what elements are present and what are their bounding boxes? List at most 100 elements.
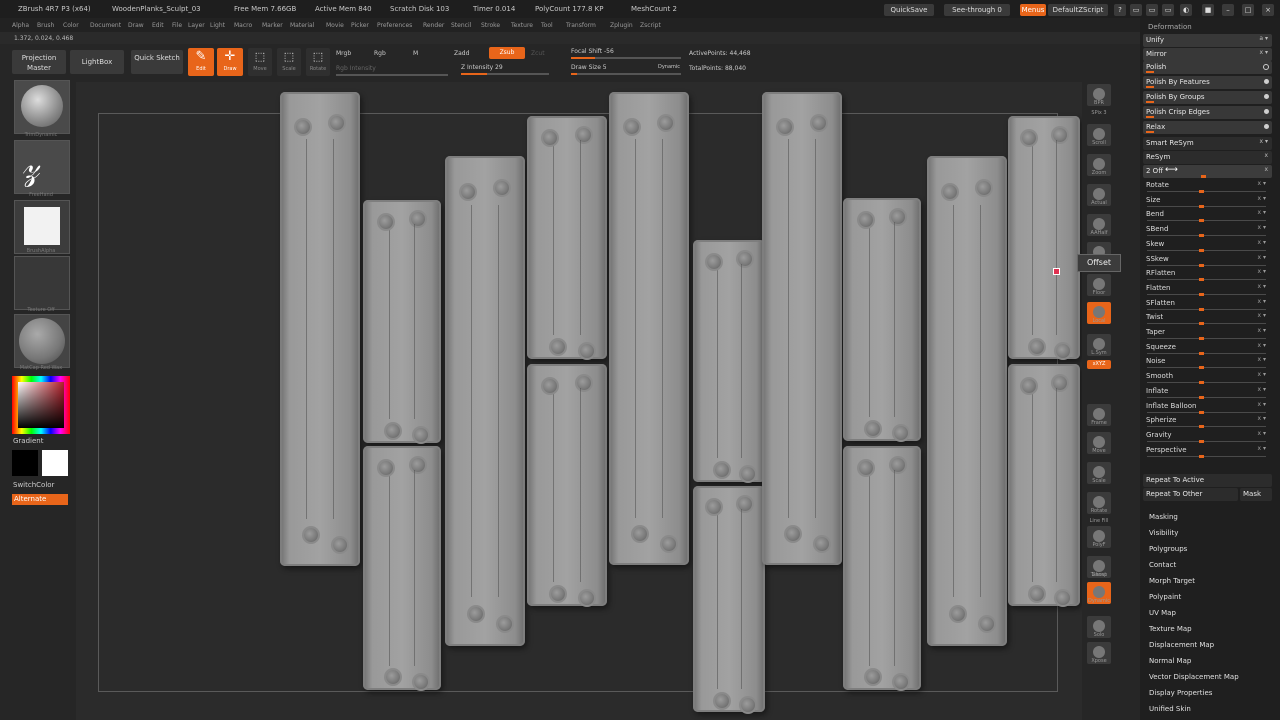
default-zscript-button[interactable]: DefaultZScript	[1048, 4, 1108, 16]
move-button[interactable]: ⬚ Move	[248, 48, 272, 76]
rgb-intensity-slider[interactable]: Rgb Intensity	[336, 65, 376, 72]
menu-color[interactable]: Color	[63, 22, 79, 29]
menu-alpha[interactable]: Alpha	[12, 22, 29, 29]
rgb-button[interactable]: Rgb	[374, 50, 386, 57]
dynamic-button[interactable]: Dynamic	[658, 64, 680, 70]
rflatten-slider[interactable]: RFlatten x ▾	[1143, 267, 1272, 282]
taper-slider[interactable]: Taper x ▾	[1143, 326, 1272, 340]
maximize-icon[interactable]: □	[1242, 4, 1254, 16]
switchcolor-button[interactable]: SwitchColor	[13, 481, 54, 489]
bend-slider[interactable]: Bend x ▾	[1143, 208, 1272, 223]
relax-slider[interactable]: Relax	[1143, 121, 1272, 134]
smart-resym-button[interactable]: Smart ReSym x ▾	[1143, 137, 1272, 150]
sflatten-slider[interactable]: SFlatten x ▾	[1143, 297, 1272, 311]
subpalette-morph-target[interactable]: Morph Target	[1149, 577, 1195, 585]
menu-tool[interactable]: Tool	[541, 22, 553, 29]
sskew-slider[interactable]: SSkew x ▾	[1143, 253, 1272, 267]
subpalette-texture-map[interactable]: Texture Map	[1149, 625, 1192, 633]
primary-color-swatch[interactable]	[12, 450, 38, 476]
menu-zscript[interactable]: Zscript	[640, 22, 661, 29]
rotate-slider[interactable]: Rotate x ▾	[1143, 179, 1272, 193]
document-canvas[interactable]	[76, 82, 1082, 720]
repeat-to-active-button[interactable]: Repeat To Active	[1143, 474, 1272, 487]
menu-light[interactable]: Light	[210, 22, 225, 29]
m-button[interactable]: M	[413, 50, 418, 57]
menu-macro[interactable]: Macro	[234, 22, 252, 29]
noise-slider[interactable]: Noise x ▾	[1143, 355, 1272, 370]
mirror-button[interactable]: Mirror x ▾	[1143, 48, 1272, 61]
help-icon[interactable]: ?	[1114, 4, 1126, 16]
secondary-color-swatch[interactable]	[42, 450, 68, 476]
polish-crisp-edges-slider[interactable]: Polish Crisp Edges	[1143, 106, 1272, 119]
subpalette-polypaint[interactable]: Polypaint	[1149, 593, 1181, 601]
flatten-slider[interactable]: Flatten x ▾	[1143, 282, 1272, 296]
see-through-slider[interactable]: See-through 0	[944, 4, 1010, 16]
zsub-button[interactable]: Zsub	[489, 47, 525, 59]
menu-marker[interactable]: Marker	[262, 22, 283, 29]
menu-render[interactable]: Render	[423, 22, 444, 29]
polish-by-features-slider[interactable]: Polish By Features	[1143, 76, 1272, 89]
close-icon[interactable]: ×	[1262, 4, 1274, 16]
focal-shift-slider[interactable]: Focal Shift -56	[571, 48, 614, 55]
subpalette-contact[interactable]: Contact	[1149, 561, 1176, 569]
alternate-button[interactable]: Alternate	[12, 494, 68, 505]
inflate-balloon-slider[interactable]: Inflate Balloon x ▾	[1143, 400, 1272, 414]
lightbox-button[interactable]: LightBox	[70, 50, 124, 74]
zadd-button[interactable]: Zadd	[454, 50, 469, 57]
resym-button[interactable]: ReSym x	[1143, 151, 1272, 164]
texture-thumbnail[interactable]	[14, 256, 70, 310]
menu-picker[interactable]: Picker	[351, 22, 369, 29]
projection-master-button[interactable]: Projection Master	[12, 50, 66, 74]
subpalette-vector-displacement-map[interactable]: Vector Displacement Map	[1149, 673, 1239, 681]
subpalette-polygroups[interactable]: Polygroups	[1149, 545, 1187, 553]
spix-slider[interactable]: SPix 3	[1084, 110, 1114, 116]
deformation-header[interactable]: Deformation	[1148, 23, 1192, 31]
layout2-icon[interactable]: ▭	[1146, 4, 1158, 16]
theme-icon[interactable]: ◐	[1180, 4, 1192, 16]
sbend-slider[interactable]: SBend x ▾	[1143, 223, 1272, 238]
inflate-slider[interactable]: Inflate x ▾	[1143, 385, 1272, 399]
squeeze-slider[interactable]: Squeeze x ▾	[1143, 341, 1272, 355]
menu-material[interactable]: Material	[290, 22, 314, 29]
polish-slider[interactable]: Polish	[1143, 61, 1272, 74]
menus-button[interactable]: Menus	[1020, 4, 1046, 16]
menu-document[interactable]: Document	[90, 22, 121, 29]
offset-slider[interactable]: 2 Off x ⟷	[1143, 165, 1272, 178]
menu-brush[interactable]: Brush	[37, 22, 54, 29]
gradient-label[interactable]: Gradient	[13, 437, 43, 445]
layout3-icon[interactable]: ▭	[1162, 4, 1174, 16]
perspective-slider[interactable]: Perspective x ▾	[1143, 444, 1272, 458]
subpalette-displacement-map[interactable]: Displacement Map	[1149, 641, 1214, 649]
color-saturation-square[interactable]	[18, 382, 64, 428]
menu-zplugin[interactable]: Zplugin	[610, 22, 633, 29]
edit-button[interactable]: ✎ Edit	[188, 48, 214, 76]
menu-texture[interactable]: Texture	[511, 22, 533, 29]
gravity-slider[interactable]: Gravity x ▾	[1143, 429, 1272, 443]
menu-preferences[interactable]: Preferences	[377, 22, 412, 29]
unify-button[interactable]: Unify a ▾	[1143, 34, 1272, 47]
menu-stencil[interactable]: Stencil	[451, 22, 471, 29]
subpalette-uv-map[interactable]: UV Map	[1149, 609, 1176, 617]
minimize-icon[interactable]: –	[1222, 4, 1234, 16]
menu-layer[interactable]: Layer	[188, 22, 205, 29]
size-slider[interactable]: Size x ▾	[1143, 194, 1272, 208]
menu-movie[interactable]: Movie	[326, 22, 344, 29]
z-intensity-slider[interactable]: Z Intensity 29	[461, 64, 503, 71]
subpalette-masking[interactable]: Masking	[1149, 513, 1178, 521]
subpalette-visibility[interactable]: Visibility	[1149, 529, 1178, 537]
quick-sketch-button[interactable]: Quick Sketch	[131, 50, 183, 74]
ghost-button[interactable]: Ghost	[1084, 572, 1114, 578]
menu-file[interactable]: File	[172, 22, 182, 29]
menu-draw[interactable]: Draw	[128, 22, 144, 29]
stroke-thumbnail[interactable]: 𝓏	[14, 140, 70, 194]
mask-button[interactable]: Mask	[1240, 488, 1272, 501]
subpalette-normal-map[interactable]: Normal Map	[1149, 657, 1191, 665]
subpalette-unified-skin[interactable]: Unified Skin	[1149, 705, 1191, 713]
scale-button[interactable]: ⬚ Scale	[277, 48, 301, 76]
zcut-button[interactable]: Zcut	[531, 50, 545, 57]
menu-stroke[interactable]: Stroke	[481, 22, 500, 29]
brush-thumbnail[interactable]	[14, 80, 70, 134]
alpha-thumbnail[interactable]	[14, 200, 70, 254]
quicksave-button[interactable]: QuickSave	[884, 4, 934, 16]
skew-slider[interactable]: Skew x ▾	[1143, 238, 1272, 252]
